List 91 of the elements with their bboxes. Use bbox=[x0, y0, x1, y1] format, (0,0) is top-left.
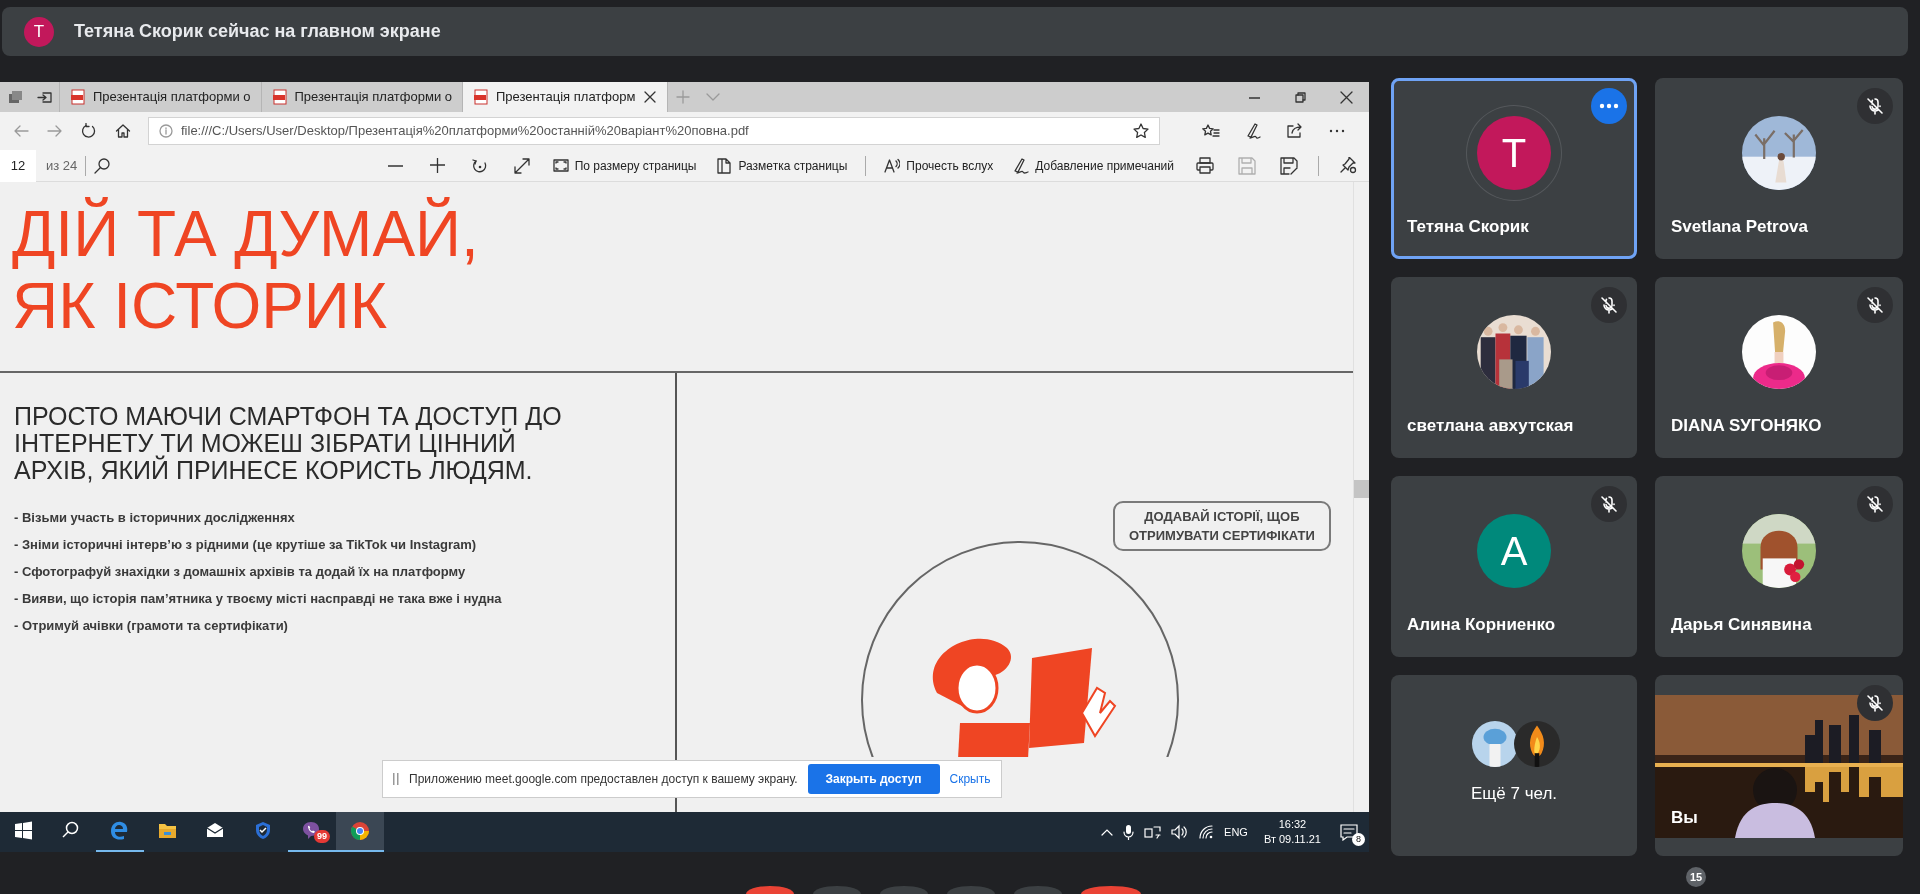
save-as-icon[interactable] bbox=[1280, 156, 1298, 175]
speech-bubble: ДОДАВАЙ ІСТОРІЇ, ЩОБ ОТРИМУВАТИ СЕРТИФІКАТИ bbox=[1113, 501, 1331, 551]
participant-name: Тетяна Скорик bbox=[1407, 215, 1529, 238]
grip-icon[interactable] bbox=[393, 773, 399, 785]
participant-name: Дарья Синявина bbox=[1671, 613, 1812, 636]
participant-tile[interactable]: DIANA SУГОНЯКО bbox=[1655, 277, 1903, 458]
message-icon bbox=[1340, 823, 1358, 841]
restore-icon[interactable] bbox=[1294, 91, 1306, 103]
muted-microphone-icon bbox=[1866, 694, 1884, 712]
notification-text: Приложению meet.google.com предоставлен доступ к вашему экрану. bbox=[409, 771, 798, 788]
share-icon[interactable] bbox=[1287, 123, 1303, 139]
page-count: из 24 bbox=[46, 156, 78, 175]
participant-count: 15 bbox=[1686, 867, 1706, 887]
address-field[interactable]: file:///C:/Users/User/Desktop/Презентація%20платформи%20останній%20варіант%20повна.pdf bbox=[148, 117, 1160, 145]
rotate-icon[interactable] bbox=[471, 157, 488, 174]
participant-tile[interactable]: T Тетяна Скорик bbox=[1391, 78, 1637, 259]
more-options-button[interactable] bbox=[1591, 88, 1627, 124]
chevron-up-icon[interactable] bbox=[1101, 827, 1114, 837]
participant-name: Алина Корниенко bbox=[1407, 613, 1556, 636]
pen-icon bbox=[1013, 157, 1030, 174]
participant-tile[interactable]: светлана авхутская bbox=[1391, 277, 1637, 458]
close-icon[interactable] bbox=[1339, 90, 1353, 104]
participant-name: DIANA SУГОНЯКО bbox=[1671, 414, 1822, 437]
bullet-text: - Візьми участь в історичних дослідженнях bbox=[14, 509, 296, 527]
info-icon bbox=[159, 124, 173, 138]
fit-page-icon bbox=[552, 157, 569, 174]
clock[interactable]: 16:32 Вт 09.11.21 bbox=[1263, 817, 1321, 847]
page-number-field[interactable]: 12 bbox=[0, 149, 36, 182]
muted-microphone-icon bbox=[1600, 296, 1618, 314]
muted-microphone-icon bbox=[1600, 495, 1618, 513]
call-control-button[interactable] bbox=[1081, 886, 1141, 894]
more-icon bbox=[1599, 103, 1619, 109]
microphone-icon[interactable] bbox=[1123, 824, 1135, 840]
banner-text: Тетяна Скорик сейчас на главном экране bbox=[74, 20, 441, 43]
windows-stack-icon[interactable] bbox=[7, 90, 23, 104]
more-icon[interactable] bbox=[1329, 129, 1345, 133]
expand-icon[interactable] bbox=[513, 157, 530, 174]
participant-tile[interactable]: Ещё 7 чел. bbox=[1391, 675, 1637, 856]
home-icon[interactable] bbox=[115, 123, 131, 139]
language-indicator[interactable]: ENG bbox=[1224, 823, 1248, 841]
participant-tile[interactable]: Svetlana Petrova bbox=[1655, 78, 1903, 259]
slide-title: ДІЙ ТА ДУМАЙ, ЯК ІСТОРИК bbox=[12, 198, 479, 342]
avatar: A bbox=[1477, 514, 1551, 588]
network-icon[interactable] bbox=[1144, 824, 1162, 840]
participant-tile[interactable]: Дарья Синявина bbox=[1655, 476, 1903, 657]
bullet-text: - Вияви, що історія пам’ятника у твоєму місті насправді не така вже і нудна bbox=[14, 590, 503, 608]
close-icon[interactable] bbox=[643, 90, 658, 104]
muted-microphone-icon bbox=[1866, 296, 1884, 314]
participant-tile[interactable]: A Алина Корниенко bbox=[1391, 476, 1637, 657]
folder-icon bbox=[158, 821, 178, 841]
page-layout-icon bbox=[716, 157, 733, 174]
volume-icon[interactable] bbox=[1171, 824, 1189, 840]
pdf-icon bbox=[70, 89, 85, 105]
toolbar-button[interactable]: Разметка страницы bbox=[706, 156, 858, 175]
participant-name: светлана авхутская bbox=[1407, 414, 1574, 437]
bullet-text: - Отримуй ачівки (грамоти та сертифікати) bbox=[14, 617, 289, 635]
pdf-icon bbox=[473, 89, 488, 105]
call-control-button[interactable] bbox=[746, 886, 794, 894]
browser-tab[interactable]: Презентація платформ bbox=[463, 82, 669, 112]
hide-link[interactable]: Скрыть bbox=[949, 770, 991, 788]
windows-logo-icon bbox=[14, 821, 34, 841]
favorites-icon[interactable] bbox=[1202, 124, 1220, 138]
zoom-in-icon[interactable] bbox=[430, 158, 446, 173]
wifi-icon[interactable] bbox=[1198, 824, 1215, 840]
pin-icon[interactable] bbox=[1339, 157, 1357, 174]
participant-tile[interactable]: Вы bbox=[1655, 675, 1903, 856]
tab-arrow-icon[interactable] bbox=[37, 89, 52, 105]
slide-heading: ПРОСТО МАЮЧИ СМАРТФОН ТА ДОСТУП ДО ІНТЕРНЕТУ ТИ МОЖЕШ ЗІБРАТИ ЦІННИЙ АРХІВ, ЯКИЙ ПРИНЕСЕ КОРИСТЬ ЛЮДЯМ. bbox=[14, 403, 563, 484]
avatar: T bbox=[24, 16, 54, 47]
read-aloud-icon bbox=[884, 157, 901, 174]
stop-sharing-button[interactable]: Закрыть доступ bbox=[807, 764, 940, 794]
star-icon[interactable] bbox=[1133, 123, 1149, 139]
badge: 99 bbox=[314, 830, 330, 843]
refresh-icon[interactable] bbox=[81, 123, 97, 139]
browser-logo-icon bbox=[110, 821, 130, 841]
more-participants-text: Ещё 7 чел. bbox=[1470, 783, 1558, 805]
bullet-text: - Зніми історичні інтерв’ю з рідними (це крутіше за TikTok чи Instagram) bbox=[14, 536, 478, 554]
muted-microphone-icon bbox=[1866, 495, 1884, 513]
pen-icon[interactable] bbox=[1245, 123, 1261, 139]
bullet-text: - Сфотографуй знахідки з домашніх архівів та додай їх на платформу bbox=[14, 563, 467, 581]
printer-icon[interactable] bbox=[1196, 156, 1214, 175]
search-icon[interactable] bbox=[94, 157, 111, 174]
pdf-icon bbox=[271, 89, 287, 105]
muted-microphone-icon bbox=[1866, 97, 1884, 115]
browser-logo-icon bbox=[350, 821, 370, 841]
toolbar-button[interactable]: Прочесть вслух bbox=[874, 156, 1004, 175]
participant-name: Svetlana Petrova bbox=[1671, 215, 1808, 238]
toolbar-button[interactable]: По размеру страницы bbox=[542, 156, 707, 175]
scrollbar-thumb[interactable] bbox=[1354, 480, 1369, 498]
participant-name: Вы bbox=[1671, 806, 1698, 829]
toolbar-button[interactable]: Добавление примечаний bbox=[1003, 156, 1184, 175]
